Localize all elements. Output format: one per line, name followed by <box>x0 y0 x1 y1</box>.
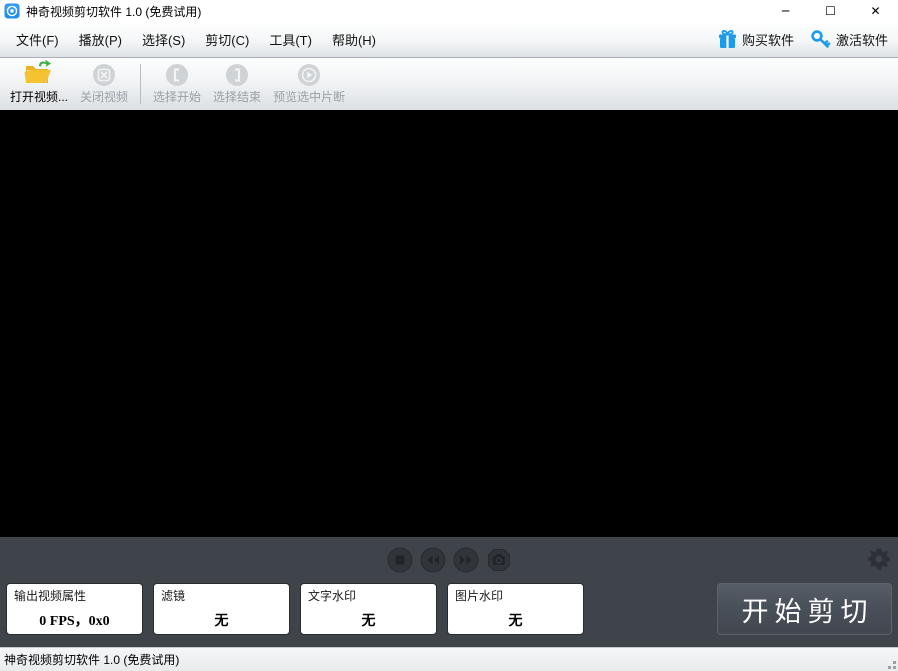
status-bar: 神奇视频剪切软件 1.0 (免费试用) <box>0 647 898 671</box>
output-properties-label: 输出视频属性 <box>14 587 135 604</box>
activate-software-label: 激活软件 <box>836 30 888 49</box>
image-watermark-label: 图片水印 <box>455 587 576 604</box>
text-watermark-label: 文字水印 <box>308 587 429 604</box>
toolbar: 打开视频... 关闭视频 选择开始 选择结束 <box>0 58 898 110</box>
control-region: 输出视频属性 0 FPS，0x0 滤镜 无 文字水印 无 图片水印 无 开始剪切 <box>0 537 898 647</box>
select-end-label: 选择结束 <box>213 88 261 105</box>
title-bar: 神奇视频剪切软件 1.0 (免费试用) ─ ☐ ✕ <box>0 0 898 22</box>
snapshot-button[interactable] <box>486 547 512 573</box>
video-display <box>0 110 898 537</box>
app-icon <box>4 3 20 19</box>
menu-select[interactable]: 选择(S) <box>132 25 195 54</box>
image-watermark-panel[interactable]: 图片水印 无 <box>447 583 584 635</box>
close-video-button[interactable]: 关闭视频 <box>74 60 134 108</box>
menu-play[interactable]: 播放(P) <box>69 25 132 54</box>
gift-icon <box>717 29 738 50</box>
minimize-button[interactable]: ─ <box>763 0 808 22</box>
info-panel-row: 输出视频属性 0 FPS，0x0 滤镜 无 文字水印 无 图片水印 无 开始剪切 <box>0 583 898 635</box>
start-cut-button[interactable]: 开始剪切 <box>717 583 892 635</box>
preview-selection-icon <box>297 62 321 87</box>
output-properties-value: 0 FPS，0x0 <box>14 610 135 630</box>
select-start-label: 选择开始 <box>153 88 201 105</box>
buy-software-button[interactable]: 购买软件 <box>713 27 798 52</box>
menu-tools[interactable]: 工具(T) <box>259 25 322 54</box>
preview-selection-label: 预览选中片断 <box>273 88 345 105</box>
menu-cut[interactable]: 剪切(C) <box>195 25 259 54</box>
select-end-button[interactable]: 选择结束 <box>207 60 267 108</box>
open-video-label: 打开视频... <box>10 88 68 105</box>
select-start-icon <box>165 62 189 87</box>
fast-forward-button[interactable] <box>453 547 479 573</box>
open-video-folder-icon <box>22 57 56 87</box>
filter-label: 滤镜 <box>161 587 282 604</box>
activate-software-button[interactable]: 激活软件 <box>806 27 892 52</box>
buy-software-label: 购买软件 <box>742 30 794 49</box>
status-text: 神奇视频剪切软件 1.0 (免费试用) <box>4 651 179 668</box>
preview-selection-button[interactable]: 预览选中片断 <box>267 60 351 108</box>
resize-grip[interactable] <box>883 656 896 669</box>
open-video-button[interactable]: 打开视频... <box>4 60 74 108</box>
text-watermark-value: 无 <box>308 610 429 630</box>
stop-button[interactable] <box>387 547 413 573</box>
output-properties-panel[interactable]: 输出视频属性 0 FPS，0x0 <box>6 583 143 635</box>
gear-icon[interactable] <box>867 547 891 571</box>
menu-bar: 文件(F) 播放(P) 选择(S) 剪切(C) 工具(T) 帮助(H) 购买软件… <box>0 22 898 58</box>
filter-value: 无 <box>161 610 282 630</box>
key-icon <box>810 29 832 50</box>
filter-panel[interactable]: 滤镜 无 <box>153 583 290 635</box>
select-end-icon <box>225 62 249 87</box>
select-start-button[interactable]: 选择开始 <box>147 60 207 108</box>
close-button[interactable]: ✕ <box>853 0 898 22</box>
close-video-label: 关闭视频 <box>80 88 128 105</box>
maximize-button[interactable]: ☐ <box>808 0 853 22</box>
toolbar-separator <box>140 64 141 104</box>
menu-help[interactable]: 帮助(H) <box>322 25 386 54</box>
image-watermark-value: 无 <box>455 610 576 630</box>
close-video-icon <box>92 62 116 87</box>
window-title: 神奇视频剪切软件 1.0 (免费试用) <box>26 3 763 20</box>
transport-controls <box>0 537 898 583</box>
menu-file[interactable]: 文件(F) <box>6 25 69 54</box>
text-watermark-panel[interactable]: 文字水印 无 <box>300 583 437 635</box>
rewind-button[interactable] <box>420 547 446 573</box>
